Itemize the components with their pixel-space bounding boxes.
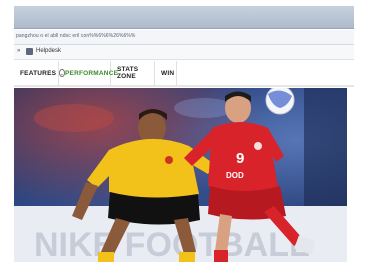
nav-item-label: FEATURES [20, 69, 57, 77]
page-bottom-margin [0, 262, 383, 268]
jersey-sponsor: DOD [226, 171, 244, 180]
nav-item-performance[interactable]: PERFORMANCE [59, 61, 118, 85]
bookmarks-bar: » Helpdesk [14, 45, 354, 60]
player-number: 9 [236, 150, 244, 167]
nav-item-features[interactable]: FEATURES ⌄ [14, 61, 65, 85]
nav-item-label: WIN [161, 69, 175, 77]
nav-item-label: STATS ZONE [117, 66, 139, 80]
bookmark-folder-icon [26, 48, 33, 55]
url-text[interactable]: pangzhou o el abll ndsc eril con%%6%6%26… [16, 33, 135, 39]
hero-image[interactable]: NIKE FOOTBALL 9 DOD [14, 88, 347, 263]
football-match-photo: NIKE FOOTBALL 9 DOD [14, 88, 347, 263]
nav-item-stats-zone[interactable]: STATS ZONE [111, 61, 155, 85]
overflow-chevron-icon[interactable]: » [17, 48, 20, 54]
main-nav: FEATURES ⌄ PERFORMANCE STATS ZONE WIN [14, 61, 354, 87]
nav-item-win[interactable]: WIN [155, 61, 177, 85]
football-icon [265, 88, 295, 115]
bookmark-helpdesk[interactable]: Helpdesk [36, 48, 61, 54]
address-bar[interactable]: pangzhou o el abll ndsc eril con%%6%6%26… [14, 30, 354, 45]
browser-title-bar [14, 6, 354, 29]
banner-text: NIKE FOOTBALL [34, 226, 310, 263]
